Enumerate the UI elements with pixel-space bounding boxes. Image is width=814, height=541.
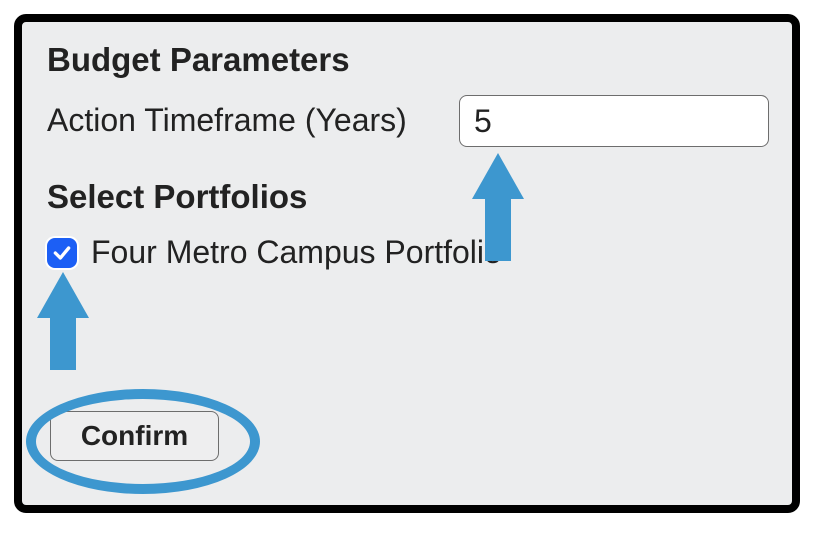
confirm-button[interactable]: Confirm [50,411,219,461]
portfolio-checkbox-label: Four Metro Campus Portfolio [91,234,502,271]
dialog-content: Budget Parameters Action Timeframe (Year… [22,22,792,505]
action-timeframe-label: Action Timeframe (Years) [47,102,407,139]
action-timeframe-input[interactable] [459,95,769,147]
checkmark-icon [52,243,72,263]
annotation-arrow-checkbox [37,272,89,370]
portfolio-option-row: Four Metro Campus Portfolio [47,234,502,271]
portfolio-checkbox[interactable] [47,238,77,268]
select-portfolios-heading: Select Portfolios [47,178,307,216]
dialog-frame: Budget Parameters Action Timeframe (Year… [14,14,800,513]
budget-parameters-heading: Budget Parameters [47,41,350,79]
